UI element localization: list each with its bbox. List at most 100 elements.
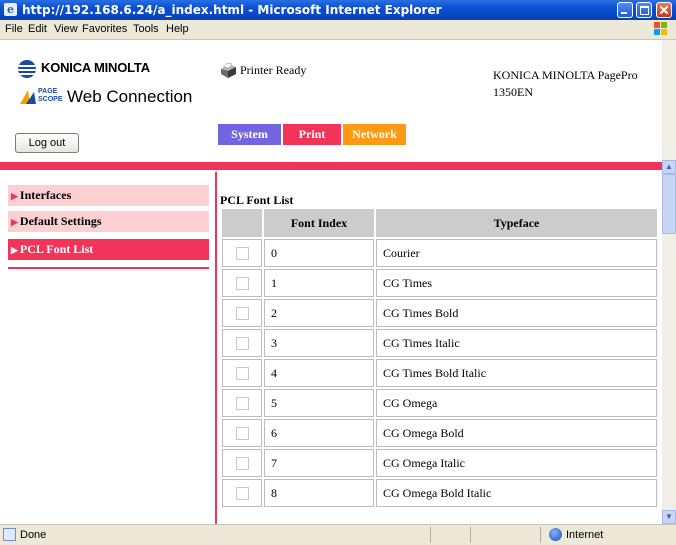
printer-model: KONICA MINOLTA PagePro 1350EN — [493, 67, 662, 101]
column-header-typeface: Typeface — [376, 209, 657, 237]
printer-model-line2: 1350EN — [493, 85, 533, 99]
font-index-cell: 4 — [264, 359, 374, 387]
row-checkbox[interactable] — [235, 397, 249, 411]
row-select-cell — [222, 389, 262, 417]
menu-tools[interactable]: Tools — [133, 23, 159, 35]
table-row: 1 CG Times — [222, 269, 657, 297]
row-checkbox[interactable] — [235, 457, 249, 471]
row-select-cell — [222, 269, 262, 297]
table-row: 7 CG Omega Italic — [222, 449, 657, 477]
sidebar-item-default-settings[interactable]: ▶ Default Settings — [8, 211, 209, 232]
font-index-cell: 6 — [264, 419, 374, 447]
pagescope-small-text: PAGE SCOPE — [38, 88, 63, 103]
column-header-select — [222, 209, 262, 237]
typeface-cell: CG Omega Bold — [376, 419, 657, 447]
logout-button[interactable]: Log out — [15, 133, 79, 153]
sidebar-item-pcl-font-list[interactable]: ▶ PCL Font List — [8, 239, 209, 260]
window-title-bar[interactable]: e http://192.168.6.24/a_index.html - Mic… — [0, 0, 676, 20]
windows-logo-icon — [654, 22, 668, 36]
font-index-cell: 8 — [264, 479, 374, 507]
table-row: 5 CG Omega — [222, 389, 657, 417]
menu-view[interactable]: View — [54, 23, 78, 35]
font-index-cell: 1 — [264, 269, 374, 297]
vertical-scrollbar[interactable]: ▲ ▼ — [662, 40, 676, 524]
row-checkbox[interactable] — [235, 277, 249, 291]
triangle-right-icon: ▶ — [11, 217, 18, 227]
page-done-icon — [3, 528, 16, 541]
sidebar-item-label: Interfaces — [19, 188, 72, 202]
konica-minolta-logo-icon — [18, 60, 36, 78]
web-connection-title: Web Connection — [67, 87, 193, 106]
row-checkbox[interactable] — [235, 307, 249, 321]
font-index-cell: 3 — [264, 329, 374, 357]
triangle-right-icon: ▶ — [11, 191, 18, 201]
status-separator — [540, 527, 541, 543]
typeface-cell: Courier — [376, 239, 657, 267]
row-checkbox[interactable] — [235, 367, 249, 381]
typeface-cell: CG Times Bold Italic — [376, 359, 657, 387]
internet-explorer-icon: e — [4, 3, 17, 16]
font-list-table: Font Index Typeface 0 Courier 1 CG Times… — [220, 207, 659, 509]
row-checkbox[interactable] — [235, 247, 249, 261]
status-separator — [470, 527, 471, 543]
table-row: 2 CG Times Bold — [222, 299, 657, 327]
typeface-cell: CG Omega Bold Italic — [376, 479, 657, 507]
row-checkbox[interactable] — [235, 337, 249, 351]
menu-favorites[interactable]: Favorites — [82, 23, 127, 35]
page-title: PCL Font List — [220, 193, 294, 207]
triangle-right-icon: ▶ — [11, 245, 18, 255]
font-index-cell: 7 — [264, 449, 374, 477]
maximize-button[interactable] — [636, 2, 652, 18]
table-row: 8 CG Omega Bold Italic — [222, 479, 657, 507]
table-row: 0 Courier — [222, 239, 657, 267]
row-select-cell — [222, 359, 262, 387]
typeface-cell: CG Times Italic — [376, 329, 657, 357]
menu-edit[interactable]: Edit — [28, 23, 47, 35]
tab-network[interactable]: Network — [343, 124, 406, 145]
row-checkbox[interactable] — [235, 427, 249, 441]
sidebar-item-interfaces[interactable]: ▶ Interfaces — [8, 185, 209, 206]
close-button[interactable] — [656, 2, 672, 18]
security-zone: Internet — [566, 529, 604, 541]
minimize-button[interactable] — [617, 2, 633, 18]
tab-system[interactable]: System — [218, 124, 281, 145]
row-select-cell — [222, 419, 262, 447]
menu-file[interactable]: File — [5, 23, 23, 35]
row-select-cell — [222, 299, 262, 327]
font-index-cell: 2 — [264, 299, 374, 327]
font-index-cell: 0 — [264, 239, 374, 267]
row-checkbox[interactable] — [235, 487, 249, 501]
row-select-cell — [222, 239, 262, 267]
font-index-cell: 5 — [264, 389, 374, 417]
typeface-cell: CG Times Bold — [376, 299, 657, 327]
header-divider-bar — [0, 162, 662, 170]
menu-bar: File Edit View Favorites Tools Help — [0, 20, 676, 40]
table-row: 6 CG Omega Bold — [222, 419, 657, 447]
window-title: http://192.168.6.24/a_index.html - Micro… — [22, 3, 442, 17]
printer-icon — [221, 62, 236, 78]
typeface-cell: CG Times — [376, 269, 657, 297]
menu-help[interactable]: Help — [166, 23, 189, 35]
brand-name: KONICA MINOLTA — [41, 60, 150, 75]
sidebar-divider — [8, 267, 209, 269]
scrollbar-thumb[interactable] — [662, 174, 676, 234]
status-bar: Done Internet — [0, 524, 676, 545]
status-separator — [430, 527, 431, 543]
row-select-cell — [222, 449, 262, 477]
scroll-down-icon[interactable]: ▼ — [662, 510, 676, 524]
printer-model-line1: KONICA MINOLTA PagePro — [493, 68, 638, 82]
table-row: 4 CG Times Bold Italic — [222, 359, 657, 387]
pagescope-logo-icon — [20, 90, 36, 104]
vertical-divider — [215, 172, 217, 524]
page-content: KONICA MINOLTA PAGE SCOPE Web Connection… — [0, 40, 662, 524]
table-row: 3 CG Times Italic — [222, 329, 657, 357]
tab-print[interactable]: Print — [283, 124, 341, 145]
internet-zone-globe-icon — [549, 528, 562, 541]
sidebar-item-label: Default Settings — [19, 214, 102, 228]
row-select-cell — [222, 329, 262, 357]
status-text: Done — [20, 529, 47, 541]
typeface-cell: CG Omega Italic — [376, 449, 657, 477]
scroll-up-icon[interactable]: ▲ — [662, 160, 676, 174]
column-header-font-index: Font Index — [264, 209, 374, 237]
typeface-cell: CG Omega — [376, 389, 657, 417]
